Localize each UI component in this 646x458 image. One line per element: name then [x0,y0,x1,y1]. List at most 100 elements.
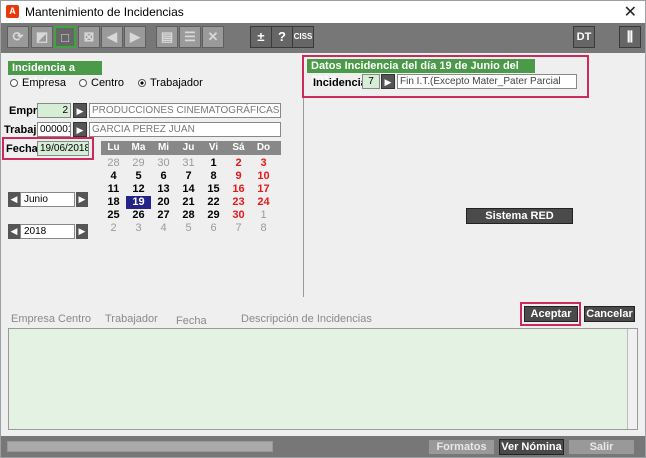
delete-icon[interactable]: ⊠ [78,26,100,48]
col-descripcion: Descripción de Incidencias [241,313,372,325]
empr-name-field: PRODUCCIONES CINEMATOGRÁFICAS S.L. [89,103,281,118]
dt-button[interactable]: DT [573,26,595,48]
calendar-day[interactable]: 11 [101,183,126,196]
calendar-day[interactable]: 7 [226,222,251,235]
calendar-day[interactable]: 1 [201,157,226,170]
app-logo-icon: A [6,5,19,18]
radio-centro-label: Centro [91,77,125,89]
trabaj-code-field[interactable]: 000001 [37,122,71,137]
cancelar-button[interactable]: Cancelar [584,306,635,322]
salir-button[interactable]: Salir [568,439,635,455]
calendar-day[interactable]: 7 [176,170,201,183]
month-field[interactable]: Junio [20,192,75,207]
incidencias-table[interactable] [8,328,638,430]
empr-lookup-button[interactable]: ▶ [73,103,87,118]
calendar-day[interactable]: 29 [126,157,151,170]
calendar-day[interactable]: 26 [126,209,151,222]
ver-nomina-button[interactable]: Ver Nómina [499,439,564,455]
calendar-day[interactable]: 31 [176,157,201,170]
plus-minus-button[interactable]: ± [250,26,272,48]
calendar-day[interactable]: 24 [251,196,276,209]
calendar-day[interactable]: 15 [201,183,226,196]
calendar-day[interactable]: 6 [201,222,226,235]
settings-icon[interactable]: ⫼ [619,26,641,48]
calendar-day[interactable]: 1 [251,209,276,222]
calendar-day[interactable]: 3 [126,222,151,235]
tools-icon[interactable]: ✕ [202,26,224,48]
calendar-day[interactable]: 5 [176,222,201,235]
empr-code-field[interactable]: 2 [37,103,71,118]
weekday-mi: Mi [157,142,170,153]
calendar-day[interactable]: 23 [226,196,251,209]
calendar-day[interactable]: 21 [176,196,201,209]
col-centro: Centro [58,313,92,325]
fecha-field[interactable]: 19/06/2018 [37,141,89,156]
sistema-red-button[interactable]: Sistema RED [466,208,573,224]
calendar-day[interactable]: 10 [251,170,276,183]
calendar-day[interactable]: 4 [151,222,176,235]
calendar-day[interactable]: 25 [101,209,126,222]
radio-empresa[interactable]: Empresa [10,77,66,89]
empr-label: Empr. [9,105,40,117]
prev-icon[interactable]: ◀ [101,26,123,48]
calendar-day[interactable]: 18 [101,196,126,209]
month-next-button[interactable]: ▶ [76,192,88,207]
main-content: Incidencia a nivel de Empresa Centro Tra… [1,53,645,457]
calendar-day[interactable]: 14 [176,183,201,196]
fecha-label: Fecha [6,143,38,155]
title-bar: A Mantenimiento de Incidencias ✕ [1,1,645,23]
print-icon[interactable]: ▤ [156,26,178,48]
edit-icon[interactable]: ◩ [31,26,53,48]
calendar-day[interactable]: 30 [151,157,176,170]
table-scrollbar[interactable] [627,329,637,429]
calendar-day[interactable]: 9 [226,170,251,183]
year-prev-button[interactable]: ◀ [8,224,20,239]
aceptar-button[interactable]: Aceptar [524,306,578,322]
calendar-day[interactable]: 5 [126,170,151,183]
next-icon[interactable]: ▶ [124,26,146,48]
calendar-day[interactable]: 8 [201,170,226,183]
calendar-day[interactable]: 13 [151,183,176,196]
list-icon[interactable]: ☰ [179,26,201,48]
calendar-day[interactable]: 19 [126,196,151,209]
calendar: Lu Ma Mi Ju Vi Sá Do 28 29 30 31 1 2 3 4 5 6 7 8 9 10… [101,141,281,238]
incidencia-code-field[interactable]: 7 [362,74,380,89]
calendar-day[interactable]: 2 [101,222,126,235]
trabaj-name-field: GARCIA PEREZ JUAN [89,122,281,137]
close-icon[interactable]: ✕ [624,2,637,22]
calendar-day[interactable]: 20 [151,196,176,209]
refresh-icon[interactable]: ⟳ [7,26,29,48]
calendar-day[interactable]: 8 [251,222,276,235]
calendar-day[interactable]: 28 [176,209,201,222]
calendar-day[interactable]: 6 [151,170,176,183]
col-empresa: Empresa [11,313,56,325]
weekday-do: Do [256,142,271,153]
calendar-day[interactable]: 12 [126,183,151,196]
col-fecha: Fecha [176,315,207,327]
year-field[interactable]: 2018 [20,224,75,239]
calendar-day[interactable]: 27 [151,209,176,222]
calendar-day[interactable]: 3 [251,157,276,170]
calendar-day[interactable]: 2 [226,157,251,170]
calendar-day[interactable]: 28 [101,157,126,170]
month-prev-button[interactable]: ◀ [8,192,20,207]
incidencia-nivel-header: Incidencia a nivel de [8,61,102,88]
calendar-day[interactable]: 4 [101,170,126,183]
formatos-button[interactable]: Formatos [428,439,495,455]
radio-centro[interactable]: Centro [79,77,124,89]
weekday-ju: Ju [182,142,195,153]
help-button[interactable]: ? [271,26,293,48]
toolbar: ⟳ ◩ □ ⊠ ◀ ▶ ▤ ☰ ✕ ± ? CISS DT ⫼ [1,23,645,53]
calendar-day[interactable]: 30 [226,209,251,222]
incidencia-label: Incidencia [313,77,367,89]
year-next-button[interactable]: ▶ [76,224,88,239]
calendar-day[interactable]: 16 [226,183,251,196]
select-icon[interactable]: □ [54,26,76,48]
trabaj-lookup-button[interactable]: ▶ [73,122,87,137]
incidencia-lookup-button[interactable]: ▶ [381,74,395,89]
ciss-button[interactable]: CISS [292,26,314,48]
radio-trabajador[interactable]: Trabajador [138,77,203,89]
calendar-day[interactable]: 17 [251,183,276,196]
calendar-day[interactable]: 29 [201,209,226,222]
calendar-day[interactable]: 22 [201,196,226,209]
